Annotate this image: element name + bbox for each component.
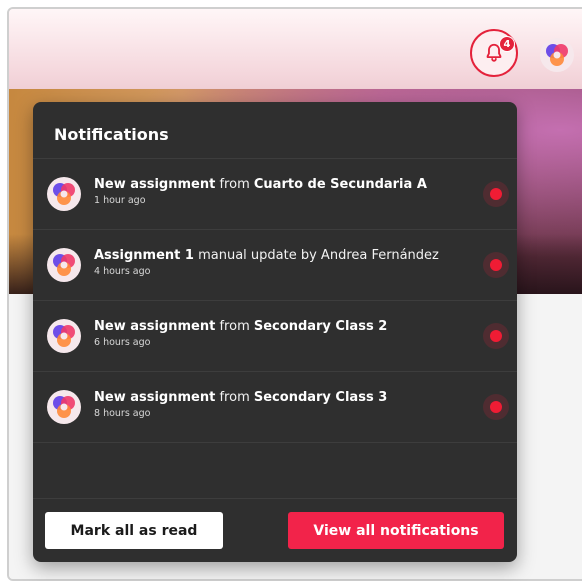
view-all-notifications-button[interactable]: View all notifications [288,512,504,549]
user-avatar[interactable] [539,37,575,73]
notification-count-badge: 4 [499,36,515,52]
class-avatar-icon [47,390,81,424]
notification-item[interactable]: New assignment from Secondary Class 2 6 … [33,301,517,372]
notification-time: 4 hours ago [94,266,151,277]
unread-dot-icon [490,401,502,413]
notification-time: 1 hour ago [94,195,146,206]
notification-item[interactable]: New assignment from Cuarto de Secundaria… [33,159,517,230]
unread-dot-icon [490,330,502,342]
unread-indicator[interactable] [483,181,509,207]
notification-message: New assignment from Cuarto de Secundaria… [94,177,427,192]
notification-time: 6 hours ago [94,337,151,348]
unread-indicator[interactable] [483,252,509,278]
mark-all-read-button[interactable]: Mark all as read [45,512,223,549]
unread-indicator[interactable] [483,394,509,420]
class-avatar-icon [47,248,81,282]
notification-item[interactable]: Assignment 1 manual update by Andrea Fer… [33,230,517,301]
unread-dot-icon [490,188,502,200]
panel-title: Notifications [54,125,169,144]
class-avatar-icon [47,319,81,353]
notifications-panel: Notifications New assignment from Cuarto… [33,102,517,562]
notification-item[interactable]: New assignment from Secondary Class 3 8 … [33,372,517,443]
notification-message: New assignment from Secondary Class 2 [94,319,388,334]
notification-time: 8 hours ago [94,408,151,419]
unread-dot-icon [490,259,502,271]
unread-indicator[interactable] [483,323,509,349]
notification-message: New assignment from Secondary Class 3 [94,390,388,405]
notifications-button[interactable]: 4 [470,29,518,77]
divider [33,498,517,499]
class-avatar-icon [47,177,81,211]
notification-message: Assignment 1 manual update by Andrea Fer… [94,248,439,263]
